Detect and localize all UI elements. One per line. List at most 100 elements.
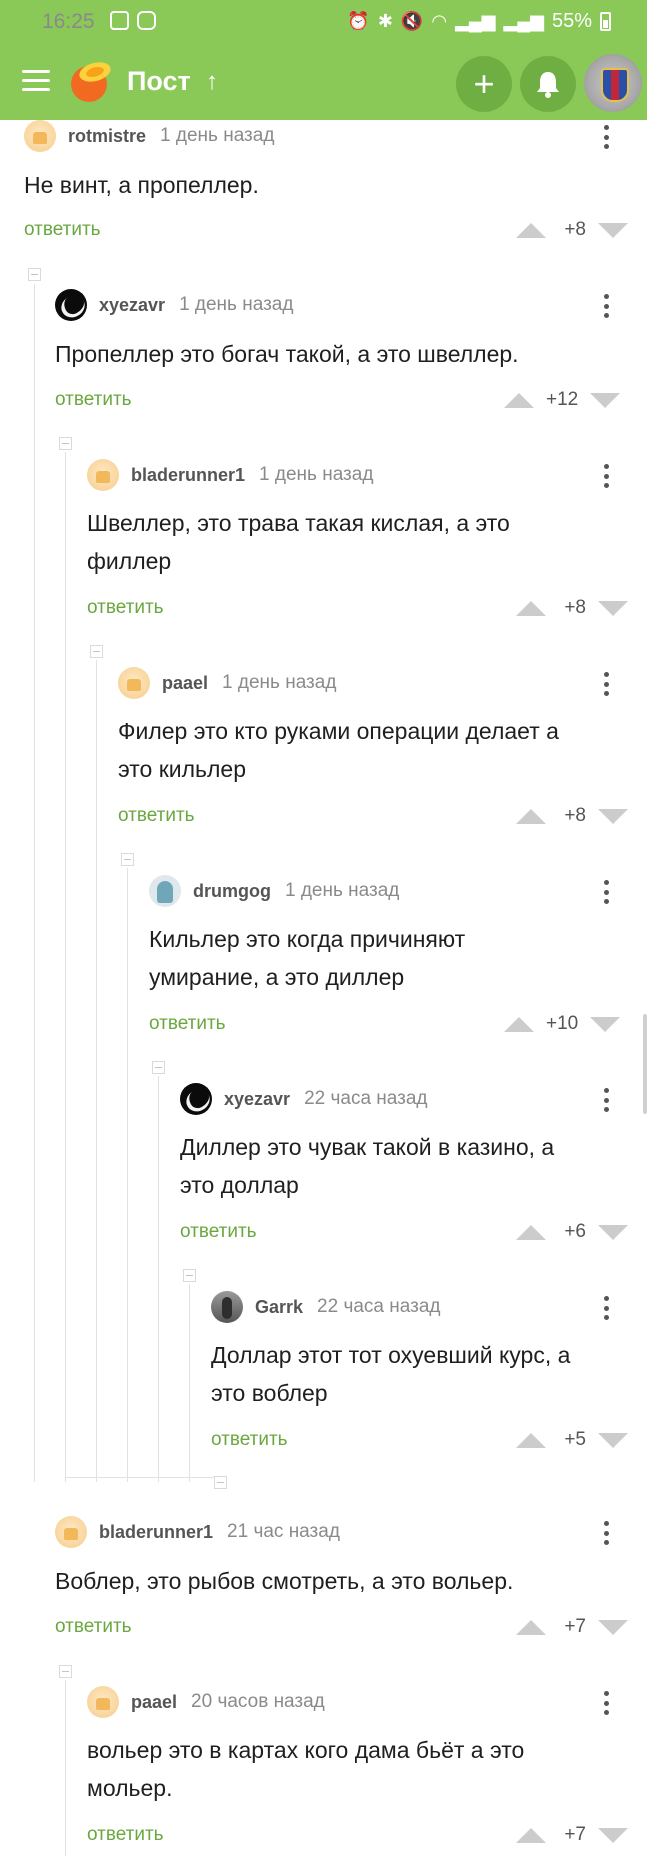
- hamburger-menu-icon[interactable]: [22, 70, 50, 92]
- vote-controls: +7: [516, 1612, 628, 1642]
- comment-text: Кильлер это когда причиняют умирание, а …: [149, 926, 466, 990]
- more-options-icon[interactable]: [594, 460, 618, 492]
- more-options-icon[interactable]: [594, 1687, 618, 1719]
- comment: drumgog 1 день назад Кильлер это когда п…: [149, 875, 624, 1046]
- avatar[interactable]: [118, 667, 150, 699]
- status-bar: 16:25 ⏰ ✱ 🔇 ◠ ▂▄▆ ▂▄▆ 55%: [0, 0, 647, 44]
- downvote-arrow-icon[interactable]: [590, 392, 621, 408]
- comment-author[interactable]: xyezavr: [224, 1089, 290, 1110]
- comment-author[interactable]: Garrk: [255, 1297, 303, 1318]
- collapse-toggle[interactable]: [59, 1665, 72, 1678]
- add-post-button[interactable]: +: [456, 56, 512, 112]
- reply-link[interactable]: ответить: [87, 597, 164, 619]
- more-options-icon[interactable]: [594, 1084, 618, 1116]
- downvote-arrow-icon[interactable]: [598, 222, 628, 238]
- more-options-icon[interactable]: [594, 290, 618, 322]
- reply-link[interactable]: ответить: [55, 1616, 132, 1638]
- vote-controls: +8: [516, 801, 628, 831]
- notifications-button[interactable]: [520, 56, 576, 112]
- collapse-toggle[interactable]: [90, 645, 103, 658]
- comment-text: Швеллер, это трава такая кислая, а это ф…: [87, 510, 510, 574]
- reply-link[interactable]: ответить: [24, 219, 101, 241]
- app-bar: Пост ↑ +: [0, 44, 647, 120]
- collapse-toggle[interactable]: [121, 853, 134, 866]
- comment-time: 22 часа назад: [317, 1296, 441, 1317]
- comment-header: paael 1 день назад: [118, 667, 336, 699]
- collapse-toggle[interactable]: [28, 268, 41, 281]
- avatar[interactable]: [87, 1686, 119, 1718]
- more-options-icon[interactable]: [594, 121, 618, 153]
- avatar[interactable]: [149, 875, 181, 907]
- bell-icon: [537, 72, 559, 98]
- avatar[interactable]: [211, 1291, 243, 1323]
- collapse-toggle[interactable]: [152, 1061, 165, 1074]
- downvote-arrow-icon[interactable]: [598, 1619, 628, 1635]
- more-options-icon[interactable]: [594, 876, 618, 908]
- downvote-arrow-icon[interactable]: [598, 808, 628, 824]
- wifi-icon: ◠: [431, 11, 448, 31]
- vote-controls: +12: [504, 385, 621, 415]
- upvote-arrow-icon[interactable]: [516, 1619, 546, 1635]
- upvote-arrow-icon[interactable]: [516, 222, 546, 238]
- comment-author[interactable]: xyezavr: [99, 295, 165, 316]
- thread-divider: [65, 1477, 215, 1478]
- upvote-arrow-icon[interactable]: [516, 1827, 546, 1843]
- scrollbar-thumb[interactable]: [643, 1014, 647, 1114]
- reply-link[interactable]: ответить: [118, 805, 195, 827]
- upvote-arrow-icon[interactable]: [516, 600, 546, 616]
- comment: paael 1 день назад Филер это кто руками …: [118, 667, 628, 838]
- more-options-icon[interactable]: [594, 1292, 618, 1324]
- vote-controls: +5: [516, 1425, 628, 1455]
- thread-line: [127, 868, 128, 1482]
- vote-controls: +7: [516, 1820, 628, 1850]
- reply-link[interactable]: ответить: [211, 1429, 288, 1451]
- collapse-toggle[interactable]: [183, 1269, 196, 1282]
- comment-author[interactable]: bladerunner1: [131, 465, 245, 486]
- comment: paael 20 часов назад вольер это в картах…: [87, 1686, 628, 1856]
- upvote-arrow-icon[interactable]: [504, 392, 534, 408]
- rating-value: +6: [564, 1221, 586, 1242]
- downvote-arrow-icon[interactable]: [590, 1016, 621, 1032]
- comment-time: 1 день назад: [285, 880, 400, 901]
- downvote-arrow-icon[interactable]: [598, 1432, 628, 1448]
- collapse-toggle[interactable]: [214, 1476, 227, 1489]
- upvote-arrow-icon[interactable]: [516, 808, 546, 824]
- pikabu-logo-icon[interactable]: [67, 56, 115, 104]
- more-options-icon[interactable]: [594, 668, 618, 700]
- comment-author[interactable]: paael: [162, 673, 208, 694]
- rating-value: +10: [546, 1013, 579, 1034]
- upvote-arrow-icon[interactable]: [516, 1224, 546, 1240]
- comment-header: xyezavr 1 день назад: [55, 289, 293, 321]
- upvote-arrow-icon[interactable]: [516, 1432, 546, 1448]
- comment: xyezavr 1 день назад Пропеллер это богач…: [55, 289, 624, 420]
- arrow-up-icon[interactable]: ↑: [206, 68, 218, 96]
- comment-author[interactable]: bladerunner1: [99, 1522, 213, 1543]
- reply-link[interactable]: ответить: [149, 1013, 226, 1035]
- more-options-icon[interactable]: [594, 1517, 618, 1549]
- downvote-arrow-icon[interactable]: [598, 1224, 628, 1240]
- user-avatar[interactable]: [584, 54, 642, 112]
- reply-link[interactable]: ответить: [55, 389, 132, 411]
- comment-header: drumgog 1 день назад: [149, 875, 400, 907]
- battery-icon: [600, 12, 611, 31]
- comment-footer: ответить +7: [55, 1612, 628, 1642]
- downvote-arrow-icon[interactable]: [598, 600, 628, 616]
- reply-link[interactable]: ответить: [87, 1824, 164, 1846]
- avatar[interactable]: [24, 120, 56, 152]
- downvote-arrow-icon[interactable]: [598, 1827, 628, 1843]
- avatar[interactable]: [55, 1516, 87, 1548]
- collapse-toggle[interactable]: [59, 437, 72, 450]
- comment-author[interactable]: paael: [131, 1692, 177, 1713]
- reply-link[interactable]: ответить: [180, 1221, 257, 1243]
- comment-author[interactable]: drumgog: [193, 881, 271, 902]
- comment-author[interactable]: rotmistre: [68, 126, 146, 147]
- upvote-arrow-icon[interactable]: [504, 1016, 534, 1032]
- comment-footer: ответить +6: [180, 1217, 628, 1247]
- comment-text: вольер это в картах кого дама бьёт а это…: [87, 1737, 525, 1801]
- rating-value: +12: [546, 389, 579, 410]
- comment-header: rotmistre 1 день назад: [24, 120, 275, 152]
- comment-time: 1 день назад: [160, 125, 275, 146]
- avatar[interactable]: [180, 1083, 212, 1115]
- avatar[interactable]: [87, 459, 119, 491]
- avatar[interactable]: [55, 289, 87, 321]
